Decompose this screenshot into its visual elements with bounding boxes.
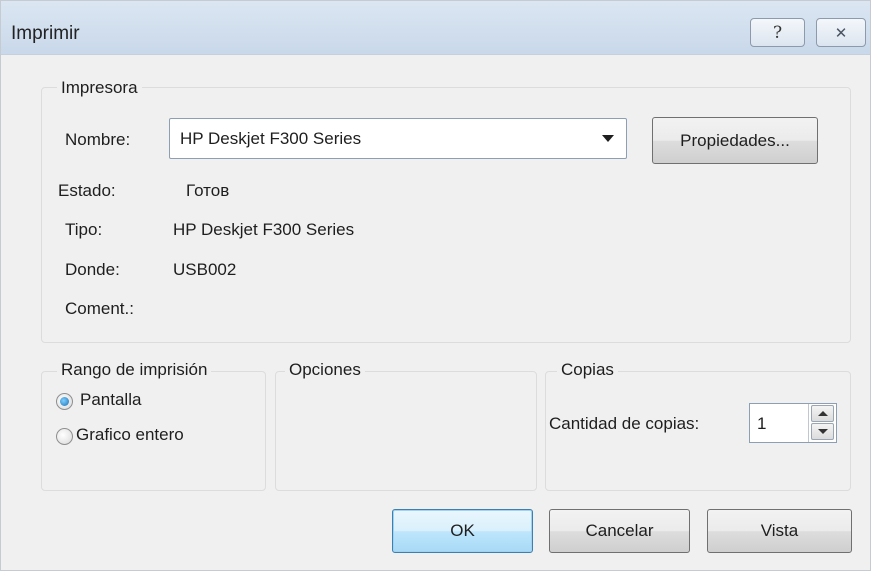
options-group	[275, 371, 537, 491]
copies-count-spinner[interactable]: 1	[749, 403, 837, 443]
options-group-legend: Opciones	[285, 360, 365, 380]
spinner-up-button[interactable]	[811, 405, 834, 422]
radio-pantalla-label: Pantalla	[80, 390, 142, 409]
window-title: Imprimir	[11, 23, 80, 44]
printer-select[interactable]: HP Deskjet F300 Series	[169, 118, 627, 159]
close-button[interactable]: ✕	[816, 18, 866, 47]
copies-group-legend: Copias	[557, 360, 618, 380]
title-bar: Imprimir ? ✕	[1, 1, 870, 55]
where-label: Donde:	[65, 260, 120, 279]
print-dialog: Imprimir ? ✕ Impresora Nombre: HP Deskje…	[0, 0, 871, 571]
radio-pantalla-indicator[interactable]	[56, 393, 73, 410]
preview-button[interactable]: Vista	[707, 509, 852, 553]
radio-grafico-entero-indicator[interactable]	[56, 428, 73, 445]
printer-name-label: Nombre:	[65, 130, 131, 149]
printer-select-value: HP Deskjet F300 Series	[180, 129, 362, 148]
copies-count-value[interactable]: 1	[757, 414, 766, 434]
where-value: USB002	[173, 260, 237, 279]
close-icon: ✕	[834, 24, 848, 42]
help-button[interactable]: ?	[750, 18, 805, 47]
arrow-down-icon	[818, 429, 828, 434]
radio-pantalla[interactable]: Pantalla	[56, 390, 246, 414]
chevron-down-icon	[602, 135, 614, 142]
arrow-up-icon	[818, 411, 828, 416]
radio-grafico-entero[interactable]: Grafico entero	[56, 425, 256, 449]
copies-count-label: Cantidad de copias:	[549, 414, 700, 433]
type-label: Tipo:	[65, 220, 103, 239]
cancel-button[interactable]: Cancelar	[549, 509, 690, 553]
printer-group-legend: Impresora	[57, 78, 142, 98]
radio-grafico-entero-label: Grafico entero	[76, 425, 184, 444]
print-range-legend: Rango de imprisión	[57, 360, 212, 380]
spinner-down-button[interactable]	[811, 423, 834, 440]
status-label: Estado:	[58, 181, 116, 200]
status-value: Готов	[186, 181, 230, 200]
help-icon: ?	[772, 22, 783, 43]
properties-button[interactable]: Propiedades...	[652, 117, 818, 164]
ok-button[interactable]: OK	[392, 509, 533, 553]
type-value: HP Deskjet F300 Series	[173, 220, 355, 239]
spinner-buttons	[808, 404, 836, 442]
comment-label: Coment.:	[65, 299, 134, 318]
